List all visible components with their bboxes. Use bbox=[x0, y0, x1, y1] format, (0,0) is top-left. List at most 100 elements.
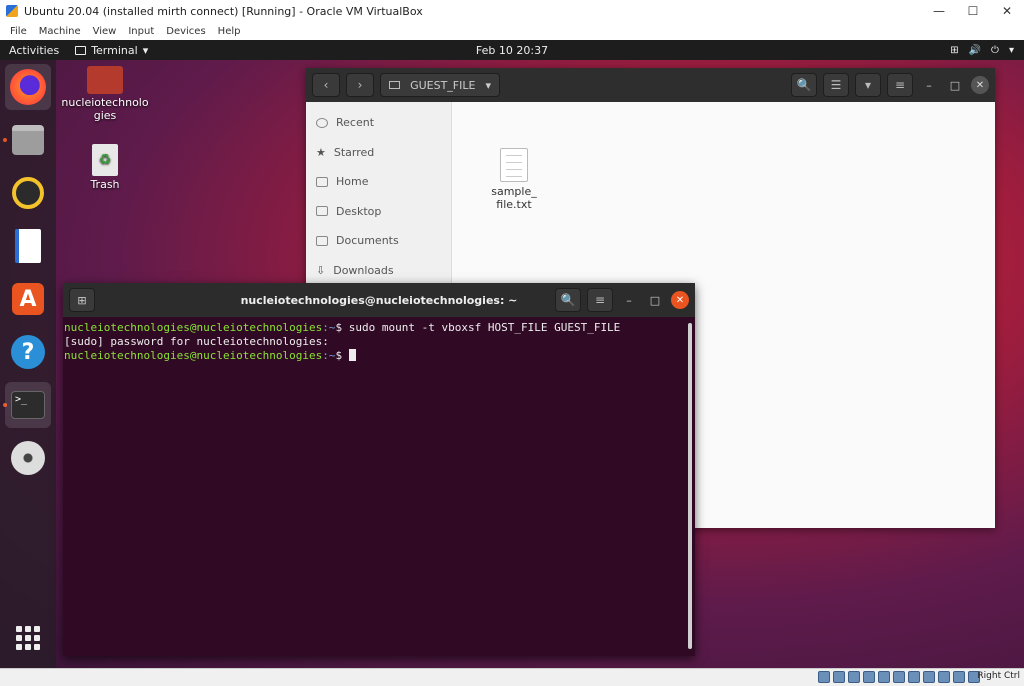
device-status-icons bbox=[818, 671, 980, 683]
mouse-integration-icon[interactable] bbox=[953, 671, 965, 683]
shared-folders-icon[interactable] bbox=[893, 671, 905, 683]
prompt-path: :~ bbox=[322, 321, 336, 334]
sidebar-item-desktop[interactable]: Desktop bbox=[306, 197, 451, 227]
clock[interactable]: Feb 10 20:37 bbox=[0, 44, 1024, 57]
display-icon[interactable] bbox=[908, 671, 920, 683]
terminal-close-button[interactable]: ✕ bbox=[671, 291, 689, 309]
desktop-home-folder[interactable]: nucleiotechnologies bbox=[60, 66, 150, 122]
host-minimize-button[interactable]: — bbox=[922, 0, 956, 22]
file-name-line1: sample_ bbox=[491, 185, 537, 198]
recording-icon[interactable] bbox=[923, 671, 935, 683]
sidebar-item-recent[interactable]: Recent bbox=[306, 108, 451, 138]
system-tray[interactable]: ⊞ 🔊 ⏻ ▾ bbox=[950, 45, 1014, 56]
view-options-button[interactable]: ▾ bbox=[855, 73, 881, 97]
desktop-trash[interactable]: ♻ Trash bbox=[60, 144, 150, 191]
documents-icon bbox=[316, 235, 328, 246]
sidebar-item-label: Starred bbox=[333, 145, 375, 159]
audio-icon[interactable] bbox=[848, 671, 860, 683]
desktop-home-label: nucleiotechnologies bbox=[61, 96, 149, 122]
dock-rhythmbox[interactable] bbox=[5, 170, 51, 216]
host-maximize-button[interactable]: ☐ bbox=[956, 0, 990, 22]
app-menu[interactable]: Terminal ▾ bbox=[75, 44, 148, 57]
network-adapter-icon[interactable] bbox=[863, 671, 875, 683]
firefox-icon bbox=[10, 69, 46, 105]
files-header-actions: 🔍 ☰ ▾ ≡ – □ ✕ bbox=[791, 73, 989, 97]
sidebar-item-documents[interactable]: Documents bbox=[306, 226, 451, 256]
terminal-output[interactable]: nucleiotechnologies@nucleiotechnologies:… bbox=[63, 317, 695, 367]
terminal-line-command: nucleiotechnologies@nucleiotechnologies:… bbox=[64, 321, 694, 335]
desktop-trash-label: Trash bbox=[90, 178, 120, 191]
dock-terminal[interactable]: >_ bbox=[5, 382, 51, 428]
dock-firefox[interactable] bbox=[5, 64, 51, 110]
trash-icon: ♻ bbox=[92, 144, 118, 176]
list-view-button[interactable]: ☰ bbox=[823, 73, 849, 97]
host-menu-machine[interactable]: Machine bbox=[39, 26, 81, 37]
dock-writer[interactable] bbox=[5, 223, 51, 269]
guest-screen: Activities Terminal ▾ Feb 10 20:37 ⊞ 🔊 ⏻… bbox=[0, 40, 1024, 668]
sidebar-item-downloads[interactable]: ⇩ Downloads bbox=[306, 256, 451, 286]
prompt-path: :~ bbox=[322, 349, 336, 362]
host-window-title: Ubuntu 20.04 (installed mirth connect) [… bbox=[24, 4, 423, 18]
host-menu-help[interactable]: Help bbox=[218, 26, 241, 37]
files-minimize-button[interactable]: – bbox=[919, 79, 939, 92]
cpu-icon[interactable] bbox=[938, 671, 950, 683]
home-icon bbox=[316, 176, 328, 187]
sidebar-item-label: Documents bbox=[336, 234, 399, 248]
files-close-button[interactable]: ✕ bbox=[971, 76, 989, 94]
dock-help[interactable]: ? bbox=[5, 329, 51, 375]
command-text: sudo mount -t vboxsf HOST_FILE GUEST_FIL… bbox=[348, 321, 621, 334]
writer-icon bbox=[15, 229, 41, 263]
show-applications-button[interactable] bbox=[5, 615, 51, 661]
back-button[interactable]: ‹ bbox=[312, 73, 340, 97]
search-button[interactable]: 🔍 bbox=[791, 73, 817, 97]
prompt-user-host: nucleiotechnologies@nucleiotechnologies bbox=[64, 349, 323, 362]
files-menu-button[interactable]: ≡ bbox=[887, 73, 913, 97]
terminal-scrollbar[interactable] bbox=[688, 323, 692, 649]
forward-button[interactable]: › bbox=[346, 73, 374, 97]
virtualbox-logo-icon bbox=[6, 5, 18, 17]
host-menu-file[interactable]: File bbox=[10, 26, 27, 37]
new-tab-button[interactable]: ⊞ bbox=[69, 288, 95, 312]
host-status-bar: Right Ctrl bbox=[0, 668, 1024, 686]
app-menu-label: Terminal bbox=[91, 43, 138, 57]
host-key-label: Right Ctrl bbox=[977, 671, 1020, 681]
optical-drive-icon[interactable] bbox=[833, 671, 845, 683]
software-store-icon: A bbox=[12, 283, 44, 315]
sidebar-item-home[interactable]: Home bbox=[306, 167, 451, 197]
host-close-button[interactable]: ✕ bbox=[990, 0, 1024, 22]
terminal-app-icon bbox=[75, 45, 87, 55]
sidebar-item-label: Home bbox=[336, 175, 369, 189]
sidebar-item-starred[interactable]: ★ Starred bbox=[306, 138, 451, 168]
terminal-header-bar: ⊞ nucleiotechnologies@nucleiotechnologie… bbox=[63, 283, 695, 317]
terminal-menu-button[interactable]: ≡ bbox=[587, 288, 613, 312]
file-item-sample[interactable]: sample_ file.txt bbox=[484, 148, 544, 211]
chevron-down-icon: ▾ bbox=[1008, 44, 1014, 56]
hard-disk-icon[interactable] bbox=[818, 671, 830, 683]
host-menu-devices[interactable]: Devices bbox=[166, 26, 205, 37]
usb-icon[interactable] bbox=[878, 671, 890, 683]
clock-icon bbox=[316, 117, 328, 128]
prompt-user-host: nucleiotechnologies@nucleiotechnologies bbox=[64, 321, 323, 334]
terminal-search-button[interactable]: 🔍 bbox=[555, 288, 581, 312]
app-grid-icon bbox=[16, 626, 40, 650]
help-icon: ? bbox=[11, 335, 45, 369]
chevron-down-icon: ▾ bbox=[142, 43, 149, 57]
dock-files[interactable] bbox=[5, 117, 51, 163]
terminal-icon: >_ bbox=[11, 391, 45, 419]
gnome-top-bar: Activities Terminal ▾ Feb 10 20:37 ⊞ 🔊 ⏻… bbox=[0, 40, 1024, 60]
rhythmbox-icon bbox=[12, 177, 44, 209]
dock-disc[interactable] bbox=[5, 435, 51, 481]
terminal-maximize-button[interactable]: □ bbox=[645, 294, 665, 307]
dock-software[interactable]: A bbox=[5, 276, 51, 322]
terminal-minimize-button[interactable]: – bbox=[619, 294, 639, 307]
host-title-bar: Ubuntu 20.04 (installed mirth connect) [… bbox=[0, 0, 1024, 22]
files-maximize-button[interactable]: □ bbox=[945, 79, 965, 92]
host-menu-view[interactable]: View bbox=[93, 26, 117, 37]
prompt-dollar: $ bbox=[335, 321, 349, 334]
disc-icon bbox=[11, 441, 45, 475]
activities-button[interactable]: Activities bbox=[9, 44, 59, 57]
path-bar[interactable]: GUEST_FILE ▾ bbox=[380, 73, 500, 97]
host-menu-input[interactable]: Input bbox=[128, 26, 154, 37]
chevron-down-icon: ▾ bbox=[485, 78, 491, 92]
sudo-password-prompt: [sudo] password for nucleiotechnologies: bbox=[64, 335, 329, 348]
